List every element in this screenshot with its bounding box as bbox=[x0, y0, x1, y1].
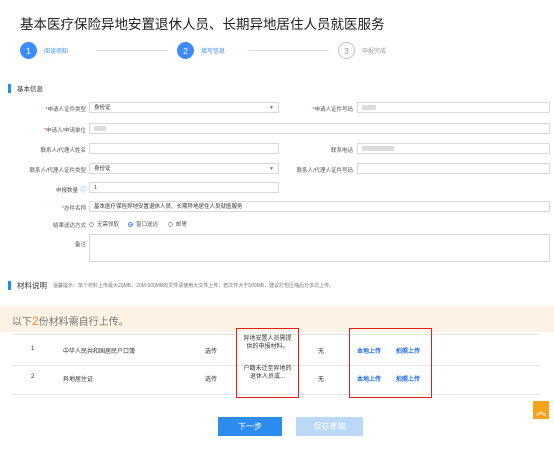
applicant-name-label: *申请人/申请单位 bbox=[43, 128, 86, 134]
step-label: 阅读须知 bbox=[44, 49, 69, 55]
step-label: 填写信息 bbox=[201, 49, 226, 55]
quantity-field[interactable]: 1 bbox=[89, 182, 279, 193]
material-name: 异地居住证 bbox=[63, 377, 94, 383]
material-sample: 无 bbox=[318, 349, 325, 355]
step-connector bbox=[249, 50, 329, 51]
step-2: 2 填写信息 bbox=[177, 42, 225, 59]
contact-name-field[interactable] bbox=[89, 143, 279, 154]
note-highlight-box bbox=[236, 328, 299, 398]
redacted-value bbox=[94, 126, 106, 132]
step-number: 1 bbox=[20, 42, 37, 59]
step-3: 3 申报完成 bbox=[338, 42, 386, 59]
material-status: 选传 bbox=[205, 349, 218, 355]
contact-id-number-label: 联系人/代理人证件号码 bbox=[296, 168, 353, 174]
material-name: 中华人民共和国居民户口簿 bbox=[63, 349, 136, 355]
section-title: 基本信息 bbox=[17, 86, 43, 93]
applicant-id-type-label: *申请人证件类型 bbox=[45, 107, 86, 113]
contact-id-type-label: 联系人/代理人证件类型 bbox=[29, 168, 86, 174]
remark-textarea[interactable] bbox=[89, 234, 550, 262]
banner-count: 2 bbox=[32, 314, 39, 328]
delivery-method-label: 结果送达方式 bbox=[52, 223, 86, 229]
applicant-id-number-field[interactable] bbox=[357, 102, 550, 113]
info-icon: ⓘ bbox=[79, 188, 86, 194]
applicant-id-type-select[interactable]: 身份证 ▼ bbox=[89, 102, 279, 113]
contact-id-type-select[interactable]: 身份证 ▼ bbox=[89, 163, 279, 174]
row-index: 1 bbox=[31, 346, 35, 352]
step-connector bbox=[96, 50, 168, 51]
redacted-value bbox=[362, 146, 394, 152]
next-step-button[interactable]: 下一步 bbox=[218, 417, 282, 436]
materials-tip: 温馨提示：单个材料上传最大20MB，20M-500MB的文件请使用大文件上传，若… bbox=[53, 283, 335, 289]
step-number: 3 bbox=[338, 42, 355, 59]
remark-label: 备注 bbox=[74, 242, 86, 248]
step-number: 2 bbox=[177, 42, 194, 59]
delivery-option-none[interactable]: 无需领取 bbox=[89, 220, 119, 228]
radio-icon bbox=[89, 221, 94, 227]
upload-highlight-box bbox=[349, 328, 432, 398]
materials-header: 材料说明 温馨提示：单个材料上传最大20MB，20M-500MB的文件请使用大文… bbox=[8, 280, 334, 291]
page-title: 基本医疗保险异地安置退休人员、长期异地居住人员就医服务 bbox=[20, 17, 385, 32]
step-label: 申报完成 bbox=[362, 49, 387, 55]
contact-id-number-field[interactable] bbox=[357, 163, 550, 174]
material-status: 选传 bbox=[205, 377, 218, 383]
section-marker bbox=[8, 83, 11, 93]
save-draft-button[interactable]: 保存草稿 bbox=[296, 417, 363, 436]
redacted-value bbox=[362, 105, 376, 111]
basic-info-header: 基本信息 bbox=[8, 83, 43, 93]
section-title: 材料说明 bbox=[17, 281, 47, 290]
chevron-down-icon: ▼ bbox=[269, 105, 274, 111]
contact-phone-field[interactable] bbox=[357, 143, 550, 154]
material-sample: 无 bbox=[318, 377, 325, 383]
contact-phone-label: 联系电话 bbox=[330, 148, 353, 154]
progress-steps: 1 阅读须知 2 填写信息 3 申报完成 bbox=[0, 38, 554, 66]
back-to-top-icon[interactable]: ︽ bbox=[533, 401, 549, 419]
item-name-label: *办件名称 bbox=[61, 206, 86, 212]
delivery-option-mail[interactable]: 邮寄 bbox=[168, 220, 187, 228]
delivery-option-window[interactable]: 窗口送达 bbox=[128, 220, 158, 228]
banner-text: 以下2份材料需自行上传。 bbox=[12, 314, 129, 328]
section-marker bbox=[8, 281, 11, 290]
step-1: 1 阅读须知 bbox=[20, 42, 68, 59]
quantity-label: 申报数量 ⓘ bbox=[55, 188, 86, 194]
applicant-name-field[interactable] bbox=[89, 123, 550, 134]
item-name-field[interactable]: 基本医疗保险异地安置退休人员、长期异地居住人员就医服务 bbox=[89, 201, 550, 212]
chevron-down-icon: ▼ bbox=[269, 166, 274, 172]
row-index: 2 bbox=[31, 374, 35, 380]
radio-selected-icon bbox=[128, 221, 133, 227]
contact-name-label: 联系人/代理人姓名 bbox=[40, 148, 86, 154]
applicant-id-number-label: *申请人证件号码 bbox=[312, 107, 353, 113]
radio-icon bbox=[168, 221, 173, 227]
